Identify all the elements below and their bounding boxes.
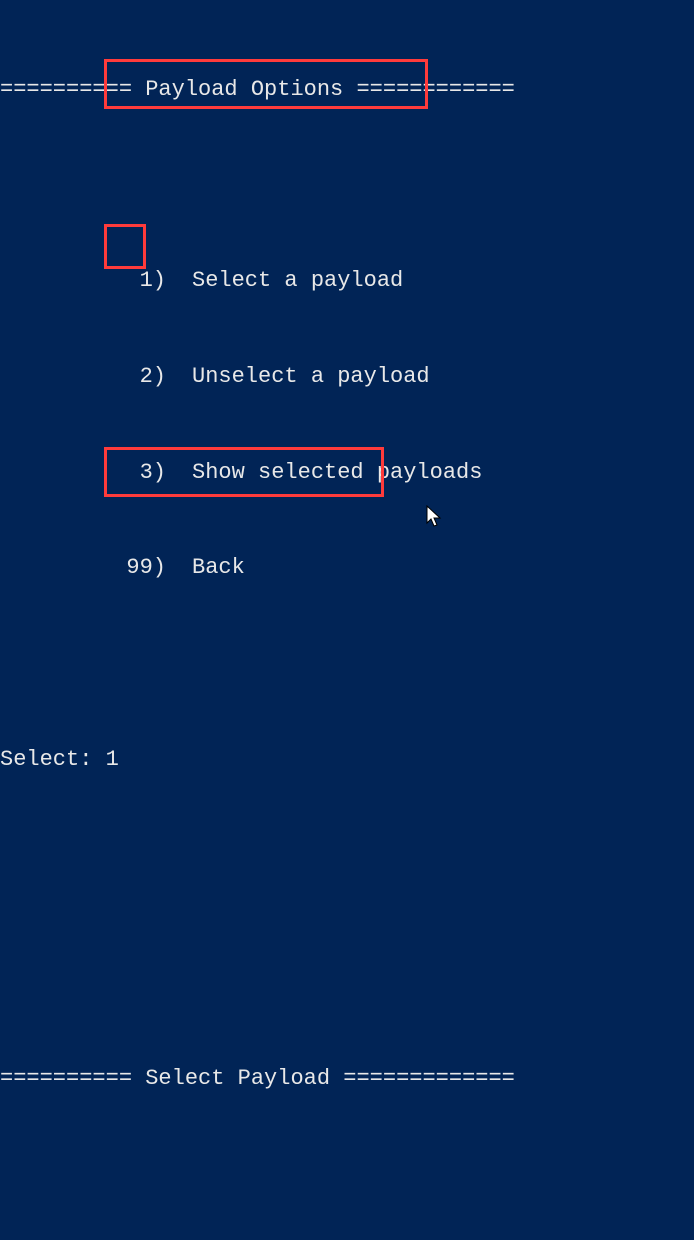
option-number: 99) <box>110 552 166 584</box>
section-header-select-payload: ========== Select Payload ============= <box>0 1063 694 1095</box>
terminal-output: ========== Payload Options ============ … <box>0 0 694 1240</box>
option-number: 3) <box>110 457 166 489</box>
menu-option-select-payload[interactable]: 1) Select a payload <box>0 265 694 297</box>
menu-option-unselect-payload[interactable]: 2) Unselect a payload <box>0 361 694 393</box>
prompt-input-value[interactable]: 1 <box>106 747 119 772</box>
option-label: Select a payload <box>192 268 403 293</box>
option-number: 2) <box>110 361 166 393</box>
menu-option-show-selected[interactable]: 3) Show selected payloads <box>0 457 694 489</box>
section-header-payload-options: ========== Payload Options ============ <box>0 74 694 106</box>
select-prompt-1[interactable]: Select: 1 <box>0 744 694 776</box>
option-label: Unselect a payload <box>192 364 430 389</box>
menu-option-back[interactable]: 99) Back <box>0 552 694 584</box>
option-label: Back <box>192 555 245 580</box>
prompt-label: Select: <box>0 747 92 772</box>
option-label: Show selected payloads <box>192 460 482 485</box>
option-number: 1) <box>110 265 166 297</box>
